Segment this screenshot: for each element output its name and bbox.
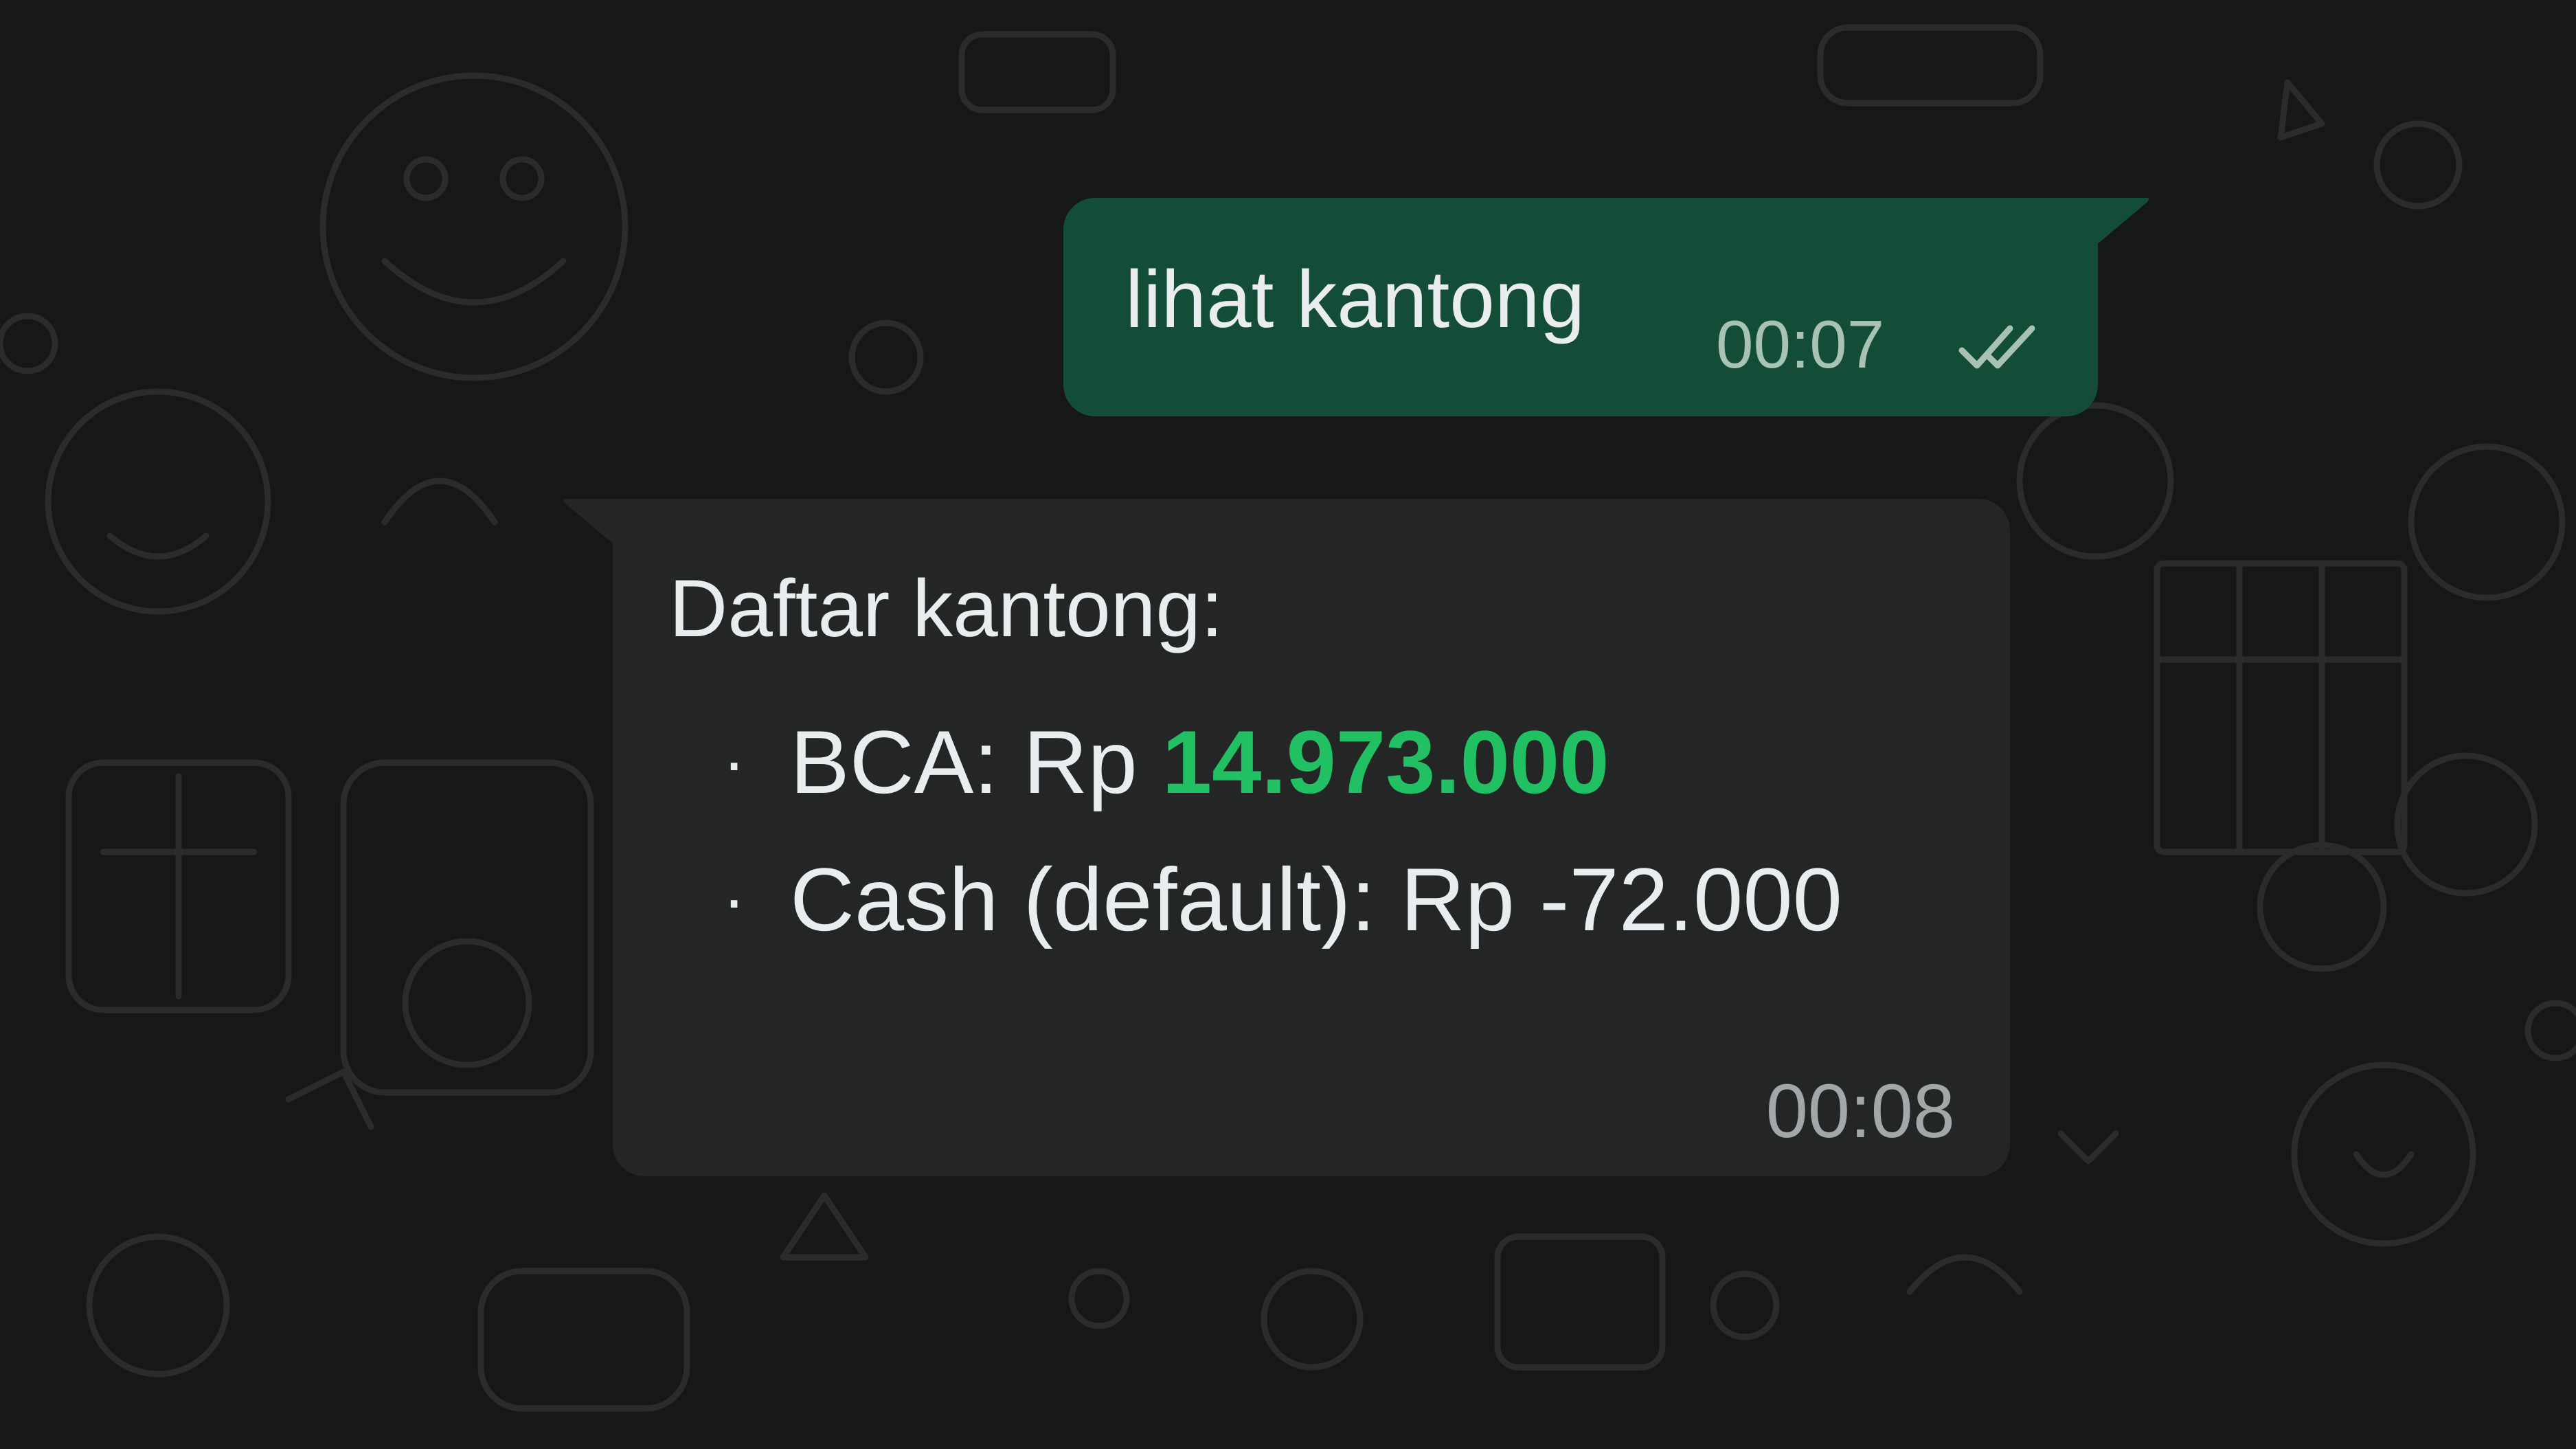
wallet-list: · BCA: Rp 14.973.000 · Cash (default): R… xyxy=(723,710,1842,985)
wallet-item-bca: · BCA: Rp 14.973.000 xyxy=(723,710,1842,848)
incoming-message-time: 00:08 xyxy=(1765,1069,1955,1154)
wallet-item-label: Cash (default): Rp -72.000 xyxy=(790,849,1842,950)
wallet-list-title: Daftar kantong: xyxy=(669,563,1223,654)
outgoing-message-time: 00:07 xyxy=(1716,306,1885,382)
wallet-item-cash: · Cash (default): Rp -72.000 xyxy=(723,848,1842,985)
double-check-icon xyxy=(1958,325,2035,369)
list-bullet: · xyxy=(723,723,746,800)
wallet-balance-positive: 14.973.000 xyxy=(1162,712,1609,812)
outgoing-message-text: lihat kantong xyxy=(1125,254,1585,345)
wallet-item-label: BCA: Rp xyxy=(790,712,1162,812)
incoming-bubble-tail xyxy=(563,499,617,547)
outgoing-bubble-tail xyxy=(2095,198,2149,246)
outgoing-message-bubble[interactable]: lihat kantong 00:07 xyxy=(1063,198,2098,416)
incoming-message-bubble[interactable]: Daftar kantong: · BCA: Rp 14.973.000 · C… xyxy=(613,499,2010,1176)
list-bullet: · xyxy=(723,861,746,938)
